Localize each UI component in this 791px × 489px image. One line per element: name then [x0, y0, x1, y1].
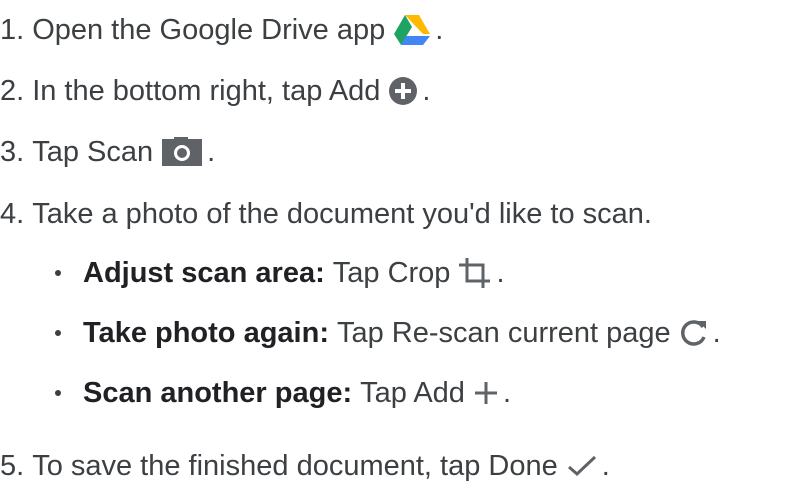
bullet-text: Tap Add — [360, 377, 465, 409]
bullet-label: Scan another page: — [83, 377, 353, 409]
step-number: 2. — [0, 75, 25, 107]
bullet-dot — [55, 390, 61, 396]
bullet-scan-another-page: Scan another page: Tap Add . — [55, 375, 511, 411]
step-5: 5. To save the finished document, tap Do… — [0, 448, 610, 484]
step-text: To save the finished document, tap Done — [32, 450, 558, 482]
bullet-label: Adjust scan area: — [83, 257, 325, 289]
step-text: Tap Scan — [32, 136, 154, 168]
bullet-text: Tap Crop — [332, 257, 451, 289]
plus-icon — [473, 380, 499, 406]
bullet-end: . — [496, 257, 505, 289]
step-number: 4. — [0, 198, 25, 230]
step-1: 1. Open the Google Drive app . — [0, 12, 443, 48]
step-end: . — [207, 136, 216, 168]
camera-icon — [161, 137, 203, 167]
bullet-text: Tap Re-scan current page — [336, 317, 671, 349]
step-number: 1. — [0, 14, 25, 46]
step-text: Take a photo of the document you'd like … — [32, 198, 652, 230]
step-text: Open the Google Drive app — [32, 14, 386, 46]
bullet-end: . — [712, 317, 721, 349]
step-end: . — [435, 14, 444, 46]
google-drive-icon — [393, 14, 431, 46]
bullet-end: . — [502, 377, 512, 409]
step-number: 3. — [0, 136, 25, 168]
step-end: . — [422, 75, 431, 107]
bullet-adjust-scan-area: Adjust scan area: Tap Crop . — [55, 255, 505, 291]
bullet-dot — [55, 270, 61, 276]
add-circle-icon — [388, 76, 418, 106]
step-end: . — [601, 450, 610, 482]
bullet-dot — [55, 330, 61, 336]
step-number: 5. — [0, 450, 25, 482]
step-text: In the bottom right, tap Add — [32, 75, 381, 107]
bullet-take-photo-again: Take photo again: Tap Re-scan current pa… — [55, 315, 721, 351]
step-2: 2. In the bottom right, tap Add . — [0, 73, 430, 109]
step-3: 3. Tap Scan . — [0, 134, 215, 170]
bullet-label: Take photo again: — [83, 317, 329, 349]
crop-icon — [458, 257, 492, 289]
step-4: 4. Take a photo of the document you'd li… — [0, 196, 652, 232]
checkmark-icon — [566, 453, 598, 479]
refresh-icon — [679, 318, 709, 348]
